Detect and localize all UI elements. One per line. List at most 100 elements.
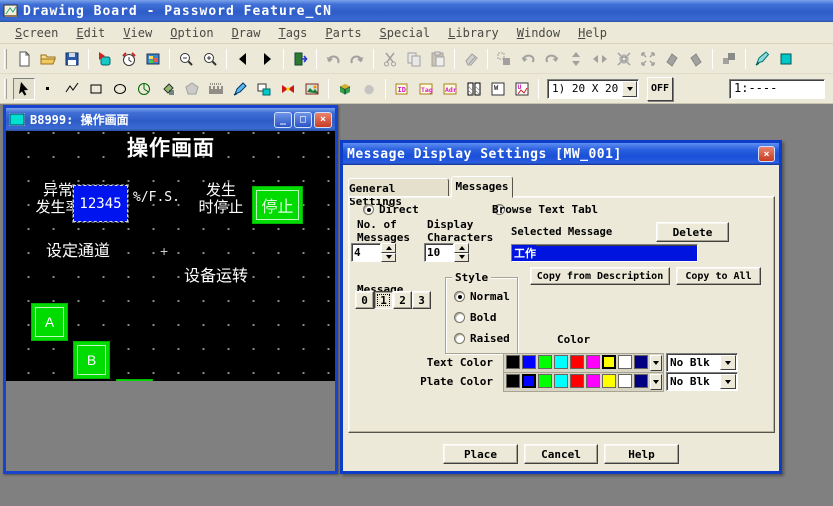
menu-item-parts[interactable]: Parts <box>316 24 370 42</box>
id-tag-icon[interactable]: ID <box>391 78 413 100</box>
text-color-blink-select[interactable]: No Blk <box>666 353 738 372</box>
plate-color-swatch[interactable] <box>554 374 568 388</box>
numeric-display-part[interactable]: 12345 <box>73 185 128 222</box>
open-file-icon[interactable] <box>37 48 59 70</box>
copy-to-all-button[interactable]: Copy to All <box>676 267 761 285</box>
trend-icon[interactable]: U <box>511 78 533 100</box>
screen-id-field[interactable]: 1:---- <box>729 79 825 99</box>
zoom-out-icon[interactable] <box>175 48 197 70</box>
menu-item-help[interactable]: Help <box>569 24 616 42</box>
text-color-swatch[interactable] <box>522 355 536 369</box>
text-color-swatch[interactable] <box>538 355 552 369</box>
selected-message-field[interactable]: 工作 <box>511 244 698 262</box>
spin-up-icon[interactable] <box>454 243 469 253</box>
fill-square-icon[interactable] <box>775 48 797 70</box>
no-of-messages-stepper[interactable]: 4 <box>351 243 396 262</box>
chevron-down-icon[interactable] <box>650 355 662 371</box>
channel-c-button[interactable]: C <box>116 379 153 381</box>
menu-item-window[interactable]: Window <box>508 24 569 42</box>
copy-from-description-button[interactable]: Copy from Description <box>530 267 670 285</box>
ellipse-icon[interactable] <box>109 78 131 100</box>
menu-item-edit[interactable]: Edit <box>67 24 114 42</box>
plate-color-blink-select[interactable]: No Blk <box>666 372 738 391</box>
confirm-icon[interactable] <box>751 48 773 70</box>
pie-icon[interactable] <box>133 78 155 100</box>
address-icon[interactable]: Adr <box>439 78 461 100</box>
dialog-titlebar[interactable]: Message Display Settings [MW_001] × <box>343 143 779 165</box>
image-icon[interactable] <box>301 78 323 100</box>
text-color-swatch[interactable] <box>618 355 632 369</box>
message-number-2[interactable]: 2 <box>393 291 412 309</box>
cancel-button[interactable]: Cancel <box>524 444 598 464</box>
chevron-down-icon[interactable] <box>720 374 736 389</box>
exit-icon[interactable] <box>289 48 311 70</box>
message-number-1[interactable]: 1 <box>374 291 393 309</box>
direct-radio[interactable] <box>363 204 374 215</box>
menu-item-library[interactable]: Library <box>439 24 508 42</box>
plate-color-swatch[interactable] <box>506 374 520 388</box>
style-option-raised[interactable]: Raised <box>454 332 510 345</box>
plate-color-swatch[interactable] <box>586 374 600 388</box>
tab-messages[interactable]: Messages <box>451 176 513 198</box>
simulate-icon[interactable] <box>142 48 164 70</box>
drawing-canvas[interactable]: 操作画面 异常 发生率 12345 %/F.S. 发生 时停止 停止 设定通道 … <box>6 131 335 381</box>
delete-button[interactable]: Delete <box>656 222 729 242</box>
bars-icon[interactable] <box>463 78 485 100</box>
screen-window-titlebar[interactable]: B8999: 操作画面 _ □ × <box>6 108 335 131</box>
plate-color-swatch[interactable] <box>634 374 648 388</box>
save-icon[interactable] <box>61 48 83 70</box>
text-color-swatch[interactable] <box>554 355 568 369</box>
tab-general-settings[interactable]: General Settings <box>348 178 449 197</box>
text-color-swatch[interactable] <box>586 355 600 369</box>
style-radio-raised[interactable] <box>454 333 465 344</box>
help-button[interactable]: Help <box>604 444 679 464</box>
menu-item-view[interactable]: View <box>114 24 161 42</box>
text-color-swatch[interactable] <box>602 355 616 369</box>
message-number-3[interactable]: 3 <box>412 291 431 309</box>
toolbar-drag-handle-2[interactable] <box>4 79 7 99</box>
text-color-swatch[interactable] <box>506 355 520 369</box>
plate-color-swatch[interactable] <box>538 374 552 388</box>
display-characters-stepper[interactable]: 10 <box>424 243 469 262</box>
spin-down-icon[interactable] <box>454 253 469 263</box>
menu-item-tags[interactable]: Tags <box>269 24 316 42</box>
style-option-bold[interactable]: Bold <box>454 311 510 324</box>
channel-b-button[interactable]: B <box>73 341 110 379</box>
screen-call-icon[interactable] <box>253 78 275 100</box>
close-icon[interactable]: × <box>314 112 332 128</box>
menu-item-draw[interactable]: Draw <box>223 24 270 42</box>
chevron-down-icon[interactable] <box>650 374 662 390</box>
text-color-swatch[interactable] <box>634 355 648 369</box>
window-w-icon[interactable]: W <box>487 78 509 100</box>
style-option-normal[interactable]: Normal <box>454 290 510 303</box>
scale-icon[interactable] <box>205 78 227 100</box>
text-color-swatch[interactable] <box>570 355 584 369</box>
stop-lamp-top[interactable]: 停止 <box>252 186 303 224</box>
alarm-icon[interactable] <box>118 48 140 70</box>
plate-color-swatch[interactable] <box>618 374 632 388</box>
spin-down-icon[interactable] <box>381 253 396 263</box>
minimize-icon[interactable]: _ <box>274 112 292 128</box>
maximize-icon[interactable]: □ <box>294 112 312 128</box>
tag-icon[interactable]: Tag <box>415 78 437 100</box>
dot-icon[interactable] <box>37 78 59 100</box>
prev-screen-icon[interactable] <box>232 48 254 70</box>
select-icon[interactable] <box>13 78 35 100</box>
message-number-0[interactable]: 0 <box>355 291 374 309</box>
spin-up-icon[interactable] <box>381 243 396 253</box>
style-radio-bold[interactable] <box>454 312 465 323</box>
dialog-close-icon[interactable]: × <box>758 146 775 162</box>
display-characters-value[interactable]: 10 <box>424 243 454 262</box>
chevron-down-icon[interactable] <box>622 81 637 97</box>
plate-color-swatch[interactable] <box>522 374 536 388</box>
fill-icon[interactable] <box>157 78 179 100</box>
zoom-in-icon[interactable] <box>199 48 221 70</box>
next-screen-icon[interactable] <box>256 48 278 70</box>
place-button[interactable]: Place <box>443 444 518 464</box>
style-radio-normal[interactable] <box>454 291 465 302</box>
box3d-icon[interactable] <box>334 78 356 100</box>
toolbar-drag-handle[interactable] <box>4 49 7 69</box>
off-toggle-button[interactable]: OFF <box>647 77 673 101</box>
polyline-icon[interactable] <box>61 78 83 100</box>
menu-item-option[interactable]: Option <box>161 24 222 42</box>
